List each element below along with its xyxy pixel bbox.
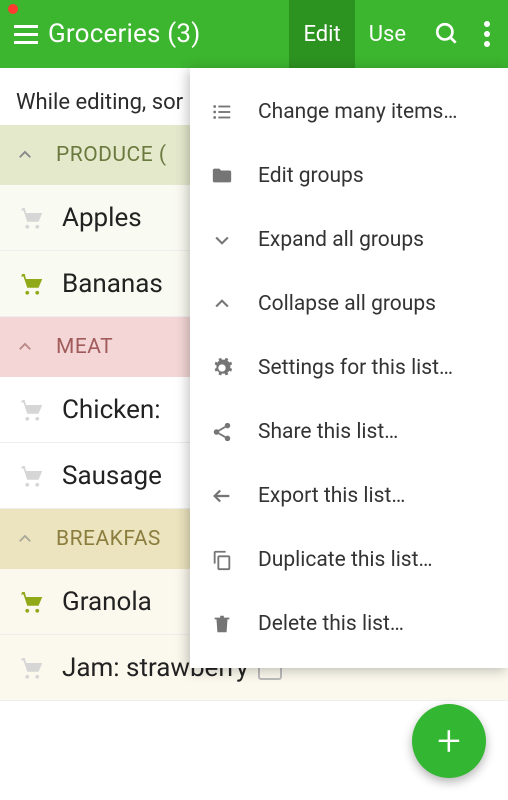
folder-icon — [208, 165, 236, 187]
arrow-left-icon — [208, 485, 236, 507]
item-label: Sausage — [62, 461, 162, 491]
chevron-up-icon — [16, 338, 34, 356]
chevron-up-icon — [208, 294, 236, 314]
tab-use[interactable]: Use — [355, 0, 420, 68]
menu-label: Edit groups — [258, 164, 364, 188]
tab-edit[interactable]: Edit — [289, 0, 354, 68]
list-icon — [208, 101, 236, 123]
item-label: Chicken: — [62, 395, 161, 425]
trash-icon — [208, 613, 236, 635]
add-button[interactable]: + — [412, 704, 486, 778]
group-label: BREAKFAS — [56, 527, 161, 551]
hamburger-icon[interactable] — [14, 25, 38, 44]
item-label: Apples — [62, 203, 142, 233]
cart-icon — [16, 461, 46, 491]
menu-change-many[interactable]: Change many items… — [190, 80, 508, 144]
copy-icon — [208, 549, 236, 571]
search-icon[interactable] — [420, 21, 474, 47]
menu-label: Delete this list… — [258, 612, 404, 636]
chevron-up-icon — [16, 530, 34, 548]
cart-icon — [16, 395, 46, 425]
menu-duplicate[interactable]: Duplicate this list… — [190, 528, 508, 592]
menu-label: Collapse all groups — [258, 292, 436, 316]
appbar: Groceries (3) Edit Use — [0, 0, 508, 68]
menu-delete[interactable]: Delete this list… — [190, 592, 508, 656]
share-icon — [208, 421, 236, 443]
menu-settings[interactable]: Settings for this list… — [190, 336, 508, 400]
menu-label: Duplicate this list… — [258, 548, 433, 572]
item-label: Granola — [62, 587, 152, 617]
menu-export[interactable]: Export this list… — [190, 464, 508, 528]
cart-icon — [16, 653, 46, 683]
group-label: MEAT — [56, 335, 113, 359]
chevron-up-icon — [16, 146, 34, 164]
cart-icon — [16, 203, 46, 233]
notification-dot — [8, 4, 18, 14]
overflow-menu: Change many items… Edit groups Expand al… — [190, 68, 508, 668]
chevron-down-icon — [208, 230, 236, 250]
item-label: Bananas — [62, 269, 163, 299]
menu-label: Settings for this list… — [258, 356, 453, 380]
menu-label: Share this list… — [258, 420, 398, 444]
gear-icon — [208, 357, 236, 379]
group-label: PRODUCE ( — [56, 143, 167, 167]
menu-expand-all[interactable]: Expand all groups — [190, 208, 508, 272]
plus-icon: + — [437, 717, 461, 766]
menu-edit-groups[interactable]: Edit groups — [190, 144, 508, 208]
menu-label: Export this list… — [258, 484, 405, 508]
menu-label: Expand all groups — [258, 228, 424, 252]
menu-share[interactable]: Share this list… — [190, 400, 508, 464]
app-title: Groceries (3) — [48, 19, 289, 49]
cart-icon — [16, 269, 46, 299]
more-icon[interactable] — [474, 21, 508, 47]
menu-label: Change many items… — [258, 100, 457, 124]
menu-collapse-all[interactable]: Collapse all groups — [190, 272, 508, 336]
cart-icon — [16, 587, 46, 617]
